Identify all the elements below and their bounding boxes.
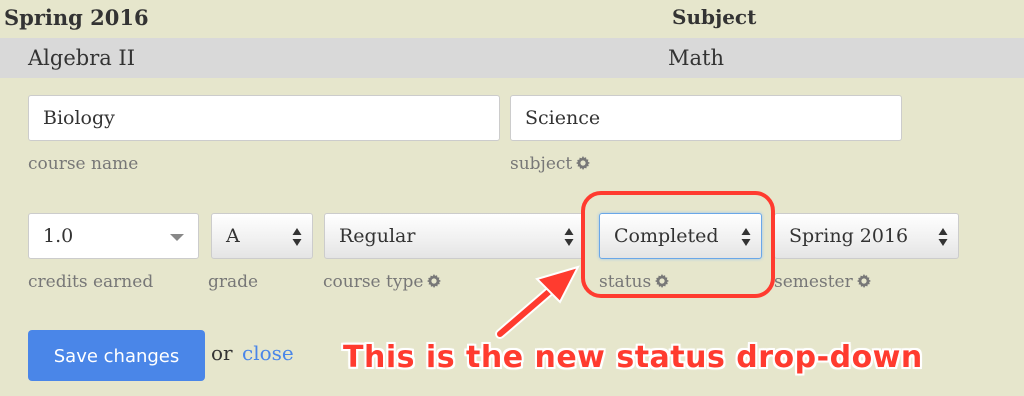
subject-cell: Math (668, 46, 724, 70)
gear-icon[interactable] (427, 274, 441, 288)
subject-label: subject (510, 154, 573, 174)
close-link[interactable]: close (242, 341, 294, 365)
semester-value: Spring 2016 (789, 225, 909, 247)
grade-value: A (226, 225, 240, 247)
course-type-value: Regular (339, 225, 416, 247)
status-select[interactable]: Completed (599, 213, 762, 259)
grade-select[interactable]: A (211, 213, 313, 259)
status-label: status (599, 272, 652, 292)
credits-value: 1.0 (43, 225, 74, 247)
semester-select[interactable]: Spring 2016 (774, 213, 959, 259)
gear-icon[interactable] (857, 274, 871, 288)
grade-label: grade (208, 272, 259, 292)
or-text: or (211, 341, 233, 365)
course-cell: Algebra II (28, 46, 136, 70)
annotation-caption: This is the new status drop-down (343, 340, 923, 375)
credits-label: credits earned (28, 272, 154, 292)
updown-arrows-icon (564, 227, 574, 247)
updown-arrows-icon (741, 227, 751, 247)
subject-label-wrap: subject (510, 154, 590, 174)
semester-label: semester (774, 272, 853, 292)
chevron-down-icon (170, 234, 184, 241)
annotation-arrow (495, 265, 580, 339)
table-header-row: Spring 2016 Subject (0, 0, 1024, 38)
updown-arrows-icon (938, 227, 948, 247)
gear-icon[interactable] (576, 156, 590, 170)
status-label-wrap: status (599, 272, 669, 292)
course-type-select[interactable]: Regular (324, 213, 585, 259)
status-value: Completed (614, 225, 719, 247)
subject-header: Subject (672, 5, 757, 29)
credits-select[interactable]: 1.0 (28, 213, 199, 259)
course-type-label: course type (323, 272, 424, 292)
gear-icon[interactable] (655, 274, 669, 288)
subject-input[interactable]: Science (510, 95, 902, 141)
course-type-label-wrap: course type (323, 272, 441, 292)
semester-label-wrap: semester (774, 272, 871, 292)
course-name-label: course name (28, 154, 139, 174)
updown-arrows-icon (292, 227, 302, 247)
term-header: Spring 2016 (4, 5, 149, 30)
save-changes-button[interactable]: Save changes (28, 330, 205, 381)
course-name-input[interactable]: Biology (28, 95, 500, 141)
table-row[interactable]: Algebra II Math (0, 38, 1024, 78)
